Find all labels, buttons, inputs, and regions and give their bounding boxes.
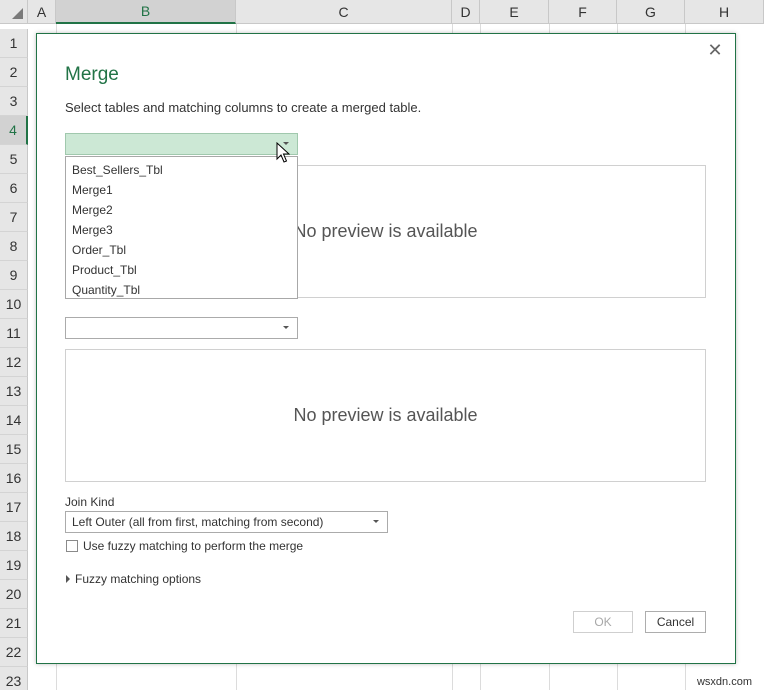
select-all-corner[interactable] — [0, 0, 28, 24]
option-merge2[interactable]: Merge2 — [66, 200, 297, 220]
row-header[interactable]: 13 — [0, 377, 28, 406]
row-header[interactable]: 17 — [0, 493, 28, 522]
column-header-b[interactable]: B — [56, 0, 236, 24]
row-header[interactable]: 9 — [0, 261, 28, 290]
mouse-pointer-icon — [276, 142, 290, 163]
watermark-text: wsxdn.com — [696, 676, 752, 688]
select-all-triangle-icon — [12, 8, 23, 19]
column-header-f[interactable]: F — [549, 0, 617, 24]
row-header[interactable]: 18 — [0, 522, 28, 551]
merge-dialog: ✕ Merge Select tables and matching colum… — [36, 33, 736, 664]
first-table-dropdown[interactable] — [65, 133, 298, 155]
option-merge1[interactable]: Merge1 — [66, 180, 297, 200]
option-best-sellers-tbl[interactable]: Best_Sellers_Tbl — [66, 160, 297, 180]
first-table-options-list[interactable]: Best_Sellers_Tbl Merge1 Merge2 Merge3 Or… — [65, 156, 298, 299]
triangle-right-icon[interactable] — [66, 575, 70, 583]
fuzzy-matching-label[interactable]: Use fuzzy matching to perform the merge — [83, 539, 303, 553]
row-header[interactable]: 15 — [0, 435, 28, 464]
row-header[interactable]: 3 — [0, 87, 28, 116]
column-header-g[interactable]: G — [617, 0, 685, 24]
dialog-title: Merge — [65, 64, 119, 85]
option-quantity-tbl[interactable]: Quantity_Tbl — [66, 280, 297, 300]
column-header-d[interactable]: D — [452, 0, 480, 24]
chevron-down-icon — [283, 326, 289, 329]
column-header-h[interactable]: H — [685, 0, 764, 24]
row-header[interactable]: 19 — [0, 551, 28, 580]
close-icon[interactable]: ✕ — [705, 40, 725, 60]
second-table-preview: No preview is available — [65, 349, 706, 482]
fuzzy-matching-options-link[interactable]: Fuzzy matching options — [75, 572, 201, 586]
join-kind-label: Join Kind — [65, 495, 115, 509]
row-header[interactable]: 12 — [0, 348, 28, 377]
cancel-button[interactable]: Cancel — [645, 611, 706, 633]
row-header[interactable]: 6 — [0, 174, 28, 203]
row-header[interactable]: 10 — [0, 290, 28, 319]
row-header[interactable]: 20 — [0, 580, 28, 609]
row-header-selected[interactable]: 4 — [0, 116, 28, 145]
column-header-a[interactable]: A — [28, 0, 56, 24]
row-header[interactable]: 7 — [0, 203, 28, 232]
option-order-tbl[interactable]: Order_Tbl — [66, 240, 297, 260]
join-kind-dropdown[interactable]: Left Outer (all from first, matching fro… — [65, 511, 388, 533]
row-header[interactable]: 5 — [0, 145, 28, 174]
dialog-description: Select tables and matching columns to cr… — [65, 100, 422, 115]
row-header[interactable]: 8 — [0, 232, 28, 261]
row-header[interactable]: 2 — [0, 58, 28, 87]
option-product-tbl[interactable]: Product_Tbl — [66, 260, 297, 280]
row-header[interactable]: 23 — [0, 667, 28, 690]
row-header[interactable]: 14 — [0, 406, 28, 435]
first-preview-text: No preview is available — [293, 221, 478, 241]
join-kind-value: Left Outer (all from first, matching fro… — [72, 515, 324, 529]
row-header[interactable]: 1 — [0, 29, 28, 58]
row-header[interactable]: 22 — [0, 638, 28, 667]
row-header[interactable]: 11 — [0, 319, 28, 348]
ok-button[interactable]: OK — [573, 611, 633, 633]
second-preview-text: No preview is available — [293, 405, 478, 425]
option-merge3[interactable]: Merge3 — [66, 220, 297, 240]
second-table-dropdown[interactable] — [65, 317, 298, 339]
column-header-c[interactable]: C — [236, 0, 452, 24]
row-header[interactable]: 16 — [0, 464, 28, 493]
row-header[interactable]: 21 — [0, 609, 28, 638]
fuzzy-matching-checkbox[interactable] — [66, 540, 78, 552]
chevron-down-icon — [373, 520, 379, 523]
column-header-e[interactable]: E — [480, 0, 549, 24]
